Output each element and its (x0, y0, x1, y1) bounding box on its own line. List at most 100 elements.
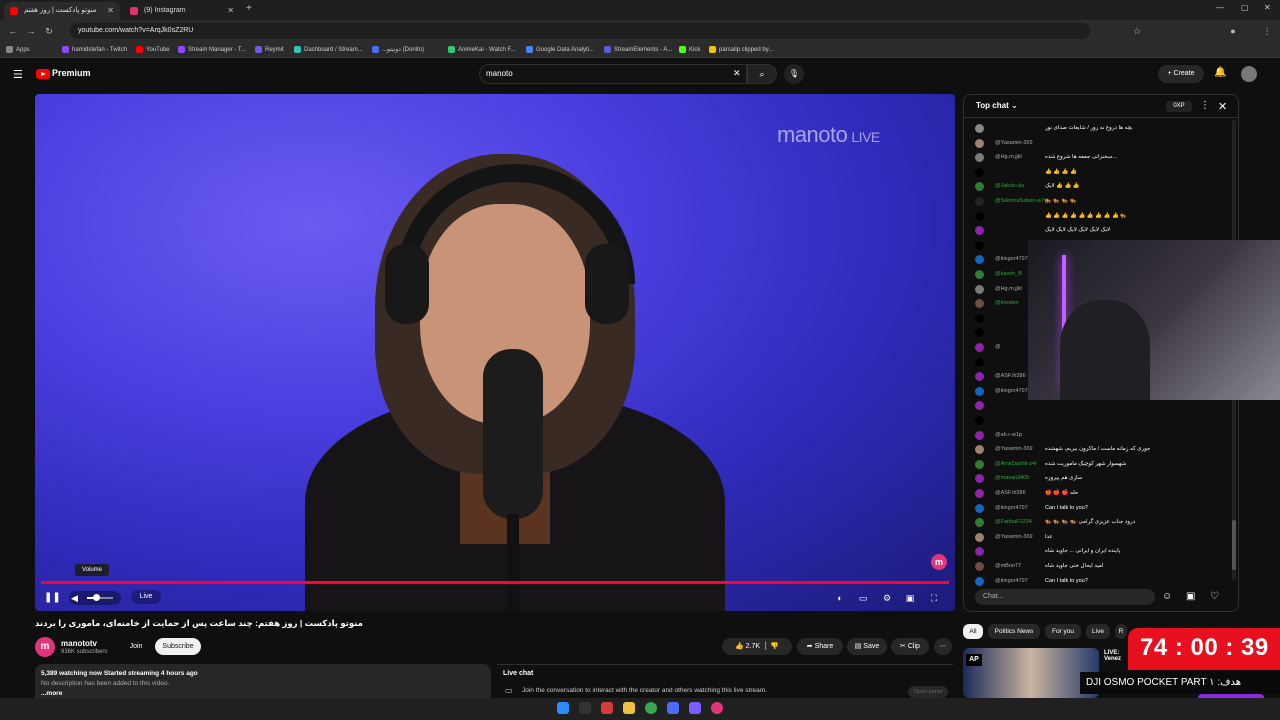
chat-username[interactable]: @mBoo77 (995, 561, 1021, 572)
recommended-video-thumbnail[interactable] (963, 648, 1099, 698)
thumbs-down-icon[interactable]: 👎 (770, 643, 779, 650)
avatar[interactable] (1241, 66, 1257, 82)
chat-menu-icon[interactable]: ⋮ (1200, 100, 1210, 111)
chip-more[interactable]: R (1115, 624, 1127, 639)
chip-for-you[interactable]: For you (1045, 624, 1081, 639)
bookmark-item[interactable]: ...دونیتو (Donito) (372, 45, 424, 55)
chat-avatar[interactable] (975, 138, 984, 148)
windows-start-icon[interactable] (557, 702, 569, 714)
channel-avatar[interactable]: m (35, 637, 55, 657)
chat-message[interactable]: بچه ها دروغ نه زور / شایعات صدای نور (975, 123, 1227, 134)
chat-avatar[interactable] (975, 167, 984, 177)
open-panel-button[interactable]: Open panel (908, 686, 948, 698)
create-button[interactable]: + Create (1158, 65, 1204, 83)
chat-username[interactable]: @AmirDashti-z4r (995, 459, 1037, 470)
bookmark-item[interactable]: Reymit (255, 45, 284, 55)
chat-avatar[interactable] (975, 401, 984, 411)
bookmark-item[interactable]: Dashboard / Stream... (294, 45, 363, 55)
live-indicator[interactable]: Live (131, 590, 161, 604)
chat-avatar[interactable] (975, 270, 984, 279)
chat-avatar[interactable] (975, 576, 984, 586)
chip-all[interactable]: All (963, 624, 983, 639)
chat-avatar[interactable] (975, 532, 984, 542)
chat-avatar[interactable] (975, 503, 984, 513)
chat-username[interactable]: @mavan3405 (995, 473, 1029, 484)
heart-icon[interactable]: ♡ (1210, 591, 1219, 602)
search-icon[interactable] (579, 702, 591, 714)
chat-avatar[interactable] (975, 313, 984, 323)
chat-message[interactable]: @Yasamin-369 جوری که زمانه ماست / ماکرون … (975, 444, 1227, 455)
chat-message[interactable]: @Yasamin-369 (975, 138, 1227, 149)
chat-message[interactable]: @mavan3405 سازی هم پیروزه (975, 473, 1227, 484)
chat-username[interactable]: @Yasamin-369 (995, 138, 1033, 149)
bookmark-item[interactable]: StreamElements - A... (604, 45, 672, 55)
back-icon[interactable]: ← (6, 24, 20, 38)
captions-icon[interactable]: ▭ (856, 591, 870, 605)
close-tab-icon[interactable]: ✕ (227, 2, 234, 20)
fullscreen-icon[interactable]: ⛶ (927, 591, 941, 605)
bookmark-item[interactable]: hamidstefan - Twitch (62, 45, 127, 55)
chat-message[interactable]: 👍 👍 👍 👍 👍 👍 👍 👍 👍 🐅 (975, 211, 1227, 222)
theater-mode-icon[interactable]: ▣ (903, 591, 917, 605)
chat-avatar[interactable] (975, 562, 984, 571)
clear-search-icon[interactable]: ✕ (733, 68, 741, 79)
bookmark-item[interactable]: YouTube (136, 45, 170, 55)
chat-username[interactable]: @kaveh_B (995, 269, 1022, 280)
chat-scrollbar-thumb[interactable] (1232, 520, 1236, 570)
chat-points-badge[interactable]: 0XP (1166, 101, 1192, 112)
app-icon[interactable] (667, 702, 679, 714)
menu-dots-icon[interactable]: ⋮ (1260, 24, 1274, 38)
emoji-icon[interactable]: ☺ (1162, 591, 1172, 602)
chat-message[interactable]: @Jakob-ulu لایک 👍 👍 👍 (975, 181, 1227, 192)
browser-tab-instagram[interactable]: (9) Instagram ✕ (124, 2, 240, 20)
chat-message[interactable]: @Hg.m.jjkl سخنرانی جمعه ها شروع شده... (975, 152, 1227, 163)
bookmark-item[interactable]: parsalip clipped by... (709, 45, 773, 55)
chat-username[interactable]: @kingor4797 (995, 254, 1028, 265)
video-player[interactable]: manoto LIVE m Volume ❚❚ ◀ Live ◐ ▭ ⚙ ▣ ⛶ (35, 94, 955, 611)
chat-avatar[interactable] (975, 255, 984, 265)
forward-icon[interactable]: → (24, 24, 38, 38)
chat-avatar[interactable] (975, 343, 984, 352)
browser-tab-youtube[interactable]: منوتو پادکست | روز هفتم ✕ (4, 2, 120, 20)
chat-username[interactable]: @kingor4797 (995, 386, 1028, 397)
chat-username[interactable]: @Hg.m.jjkl (995, 152, 1022, 163)
autoplay-toggle-icon[interactable]: ◐ (833, 591, 847, 605)
chat-avatar[interactable] (975, 445, 984, 455)
youtube-brand[interactable]: Premium (52, 68, 91, 78)
chat-avatar[interactable] (975, 284, 984, 294)
chat-username[interactable]: @Yasamin-369 (995, 532, 1033, 543)
chip-politics-news[interactable]: Politics News (988, 624, 1040, 639)
close-chat-icon[interactable]: ✕ (1218, 100, 1227, 113)
minimize-icon[interactable]: — (1216, 3, 1224, 12)
save-button[interactable]: ▤ Save (847, 638, 887, 655)
chat-message[interactable]: لایک لایک لایک لایک لایک لایک (975, 225, 1227, 236)
chat-avatar[interactable] (975, 153, 984, 163)
chat-username[interactable]: @kingor4797 (995, 576, 1028, 587)
chip-live[interactable]: Live (1086, 624, 1110, 639)
chat-message[interactable]: @kingor4797 Can I talk to you? (975, 576, 1227, 587)
chat-avatar[interactable] (975, 240, 984, 250)
like-dislike-group[interactable]: 👍 2.7K │ 👎 (722, 638, 792, 655)
search-input[interactable]: manoto (479, 64, 747, 84)
chat-avatar[interactable] (975, 430, 984, 440)
chat-avatar[interactable] (975, 226, 984, 236)
chat-avatar[interactable] (975, 416, 984, 425)
subscribe-button[interactable]: Subscribe (155, 638, 201, 655)
chat-message[interactable] (975, 400, 1227, 411)
more-actions-icon[interactable]: ⋯ (934, 638, 952, 655)
reload-icon[interactable]: ↻ (42, 24, 56, 38)
settings-gear-icon[interactable]: ⚙ (880, 591, 894, 605)
chat-message[interactable]: @ASF.hl386 🍎 🍎 🍎 حله (975, 488, 1227, 499)
chat-avatar[interactable] (975, 372, 984, 382)
chat-message[interactable]: @SabrinaSaberi-w7y 🐅 🐅 🐅 🐅 (975, 196, 1227, 207)
url-field[interactable]: youtube.com/watch?v=ArqJk0sZ2RU (70, 23, 1090, 39)
bookmark-item[interactable]: Apps (6, 45, 30, 55)
chat-avatar[interactable] (975, 489, 984, 498)
chat-avatar[interactable] (975, 182, 984, 192)
hamburger-menu-icon[interactable]: ☰ (13, 68, 23, 81)
chat-avatar[interactable] (975, 124, 984, 133)
thumbs-up-icon[interactable]: 👍 (735, 643, 744, 650)
chat-avatar[interactable] (975, 197, 984, 206)
chat-username[interactable]: @SabrinaSaberi-w7y (995, 196, 1047, 207)
clip-button[interactable]: ✂ Clip (891, 638, 929, 655)
